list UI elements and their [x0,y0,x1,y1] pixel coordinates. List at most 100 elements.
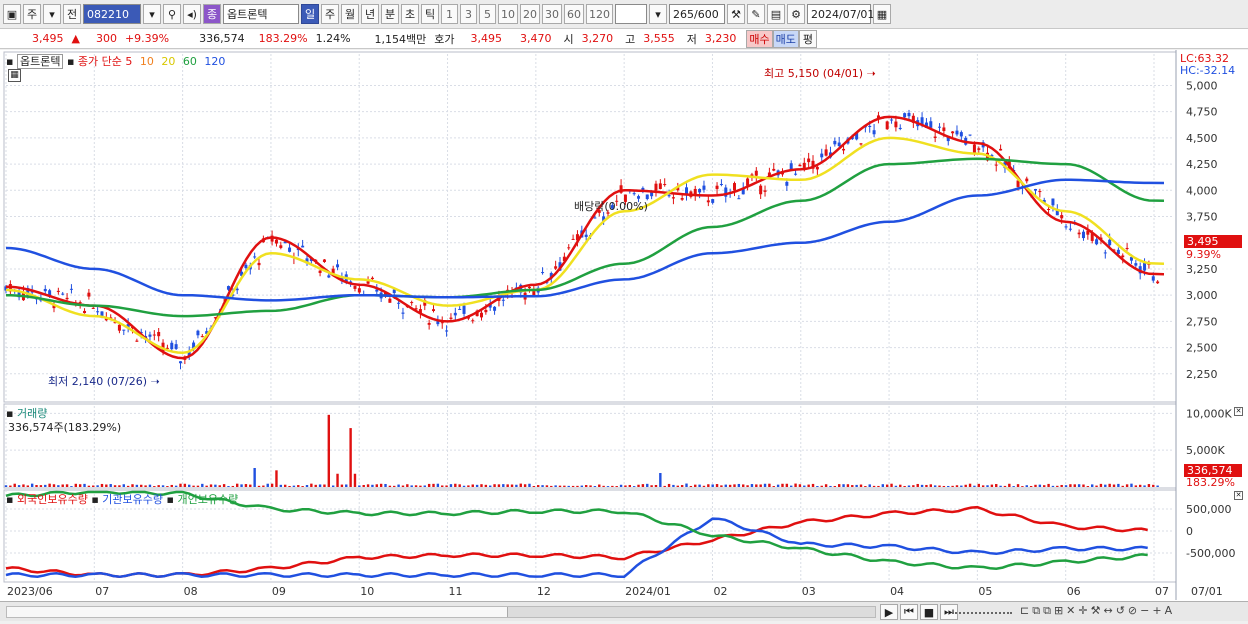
candle-body [401,312,405,314]
interval-input[interactable] [615,4,647,24]
volume-bar [790,485,793,487]
volume-bar [57,485,60,487]
chart-tools-icon[interactable]: ⚒ [727,4,745,24]
timeframe-month[interactable]: 월 [341,4,359,24]
timeframe-year[interactable]: 년 [361,4,379,24]
candle-body [43,288,47,292]
stock-code-input[interactable]: 082210 [83,4,141,24]
search-icon[interactable]: ⚲ [163,4,181,24]
speaker-icon[interactable]: ◂) [183,4,201,24]
volume-bar [52,484,56,487]
minute-option-30[interactable]: 30 [542,4,562,24]
volume-bar [227,486,230,487]
candle-body [148,334,152,337]
volume-bar [1112,484,1116,487]
ma-period-5[interactable]: 5 [125,55,132,68]
timeframe-minute[interactable]: 분 [381,4,399,24]
candle-body [671,197,675,199]
ma-period-60[interactable]: 60 [179,55,197,68]
price-panel-title[interactable]: 옵트론텍 [16,54,64,69]
chart-area: 5,0004,7504,5004,2504,0003,7503,5003,250… [0,50,1248,621]
minute-option-20[interactable]: 20 [520,4,540,24]
volume-bar [100,483,104,487]
volume-bar [933,485,937,487]
stock-code-dropdown-icon[interactable]: ▾ [143,4,161,24]
volume-bar [161,485,165,487]
volume-bar [78,484,82,487]
copy-icon[interactable]: ⧉ [1032,604,1040,618]
fit-icon[interactable]: ↔ [1103,604,1112,618]
candle-body [959,132,963,137]
zoom-ruler[interactable] [952,609,1012,614]
volume-bar [170,484,173,487]
volume-bar [70,486,73,487]
legend-foreign[interactable]: 외국인보유수량 [17,493,88,506]
buy-button[interactable]: 매수 [746,29,773,48]
volume-y-tick: 10,000K [1186,407,1232,420]
sell-button[interactable]: 매도 [772,29,799,48]
volume-bar [1130,483,1133,487]
period-selector[interactable]: 주 [23,4,41,24]
bid-label: 호가 [434,32,455,46]
save-icon[interactable]: ▤ [767,4,785,24]
draw-icon[interactable]: ✎ [747,4,765,24]
volume-bar [192,485,195,487]
minute-option-3[interactable]: 3 [460,4,477,24]
chart-svg[interactable]: 5,0004,7504,5004,2504,0003,7503,5003,250… [0,50,1248,621]
ma-period-10[interactable]: 10 [136,55,154,68]
zoom-out-icon[interactable]: − [1140,604,1149,618]
scroll-thumb[interactable] [507,607,875,617]
minute-option-10[interactable]: 10 [498,4,518,24]
layout-icon[interactable]: ⊏ [1020,604,1029,618]
ma-period-20[interactable]: 20 [157,55,175,68]
volume-bar [558,485,562,487]
minute-option-1[interactable]: 1 [441,4,458,24]
high-label: 고 [625,32,636,46]
multi-icon[interactable]: ⧉ [1043,604,1051,618]
timeframe-tick[interactable]: 틱 [421,4,439,24]
volume-bar [938,485,941,487]
minute-option-120[interactable]: 120 [586,4,613,24]
volume-bar [297,485,300,487]
tool-icon[interactable]: ⚒ [1091,604,1101,618]
count-input[interactable]: 265 /600 [669,4,725,24]
avg-button[interactable]: 평 [798,29,817,48]
first-icon[interactable]: ⏮ [900,604,918,620]
cross-icon[interactable]: ✕ [1066,604,1075,618]
refresh-icon[interactable]: ↺ [1116,604,1125,618]
timeframe-second[interactable]: 초 [401,4,419,24]
candle-body [698,188,702,193]
scroll-right-icon[interactable]: ▶ [880,604,898,620]
legend-institution[interactable]: 기관보유수량 [102,493,163,506]
volume-bar [205,485,208,487]
chart-type-icon[interactable]: ▣ [3,4,21,24]
gear-icon[interactable]: ⚙ [787,4,805,24]
link-icon[interactable]: ⊘ [1128,604,1137,618]
prev-button[interactable]: 전 [63,4,81,24]
date-input[interactable]: 2024/07/01 [807,4,874,24]
minute-option-5[interactable]: 5 [479,4,496,24]
grid-icon[interactable]: ⊞ [1054,604,1063,618]
volume-bar [275,470,278,487]
candle-body [938,126,942,128]
volume-panel-close-icon[interactable]: ✕ [1234,407,1243,416]
zoom-in-icon[interactable]: + [1152,604,1161,618]
holding-panel-close-icon[interactable]: ✕ [1234,491,1243,500]
timeframe-day[interactable]: 일 [301,4,319,24]
calendar-icon[interactable]: ▦ [873,4,891,24]
minute-option-60[interactable]: 60 [564,4,584,24]
table-icon[interactable]: ▦ [8,69,21,82]
ma-label[interactable]: 종가 단순 [78,55,122,68]
candle-body [737,198,741,200]
scrollbar[interactable] [6,606,876,618]
stop-icon[interactable]: ■ [920,604,938,620]
crosshair-icon[interactable]: ✛ [1078,604,1087,618]
ma-period-120[interactable]: 120 [200,55,225,68]
stock-name-field[interactable]: 옵트론텍 [223,4,299,24]
period-dropdown-icon[interactable]: ▾ [43,4,61,24]
volume-bar [157,485,160,487]
legend-individual[interactable]: 개인보유수량 [177,493,238,506]
timeframe-week[interactable]: 주 [321,4,339,24]
interval-dropdown-icon[interactable]: ▾ [649,4,667,24]
auto-scale-icon[interactable]: A [1165,604,1173,618]
